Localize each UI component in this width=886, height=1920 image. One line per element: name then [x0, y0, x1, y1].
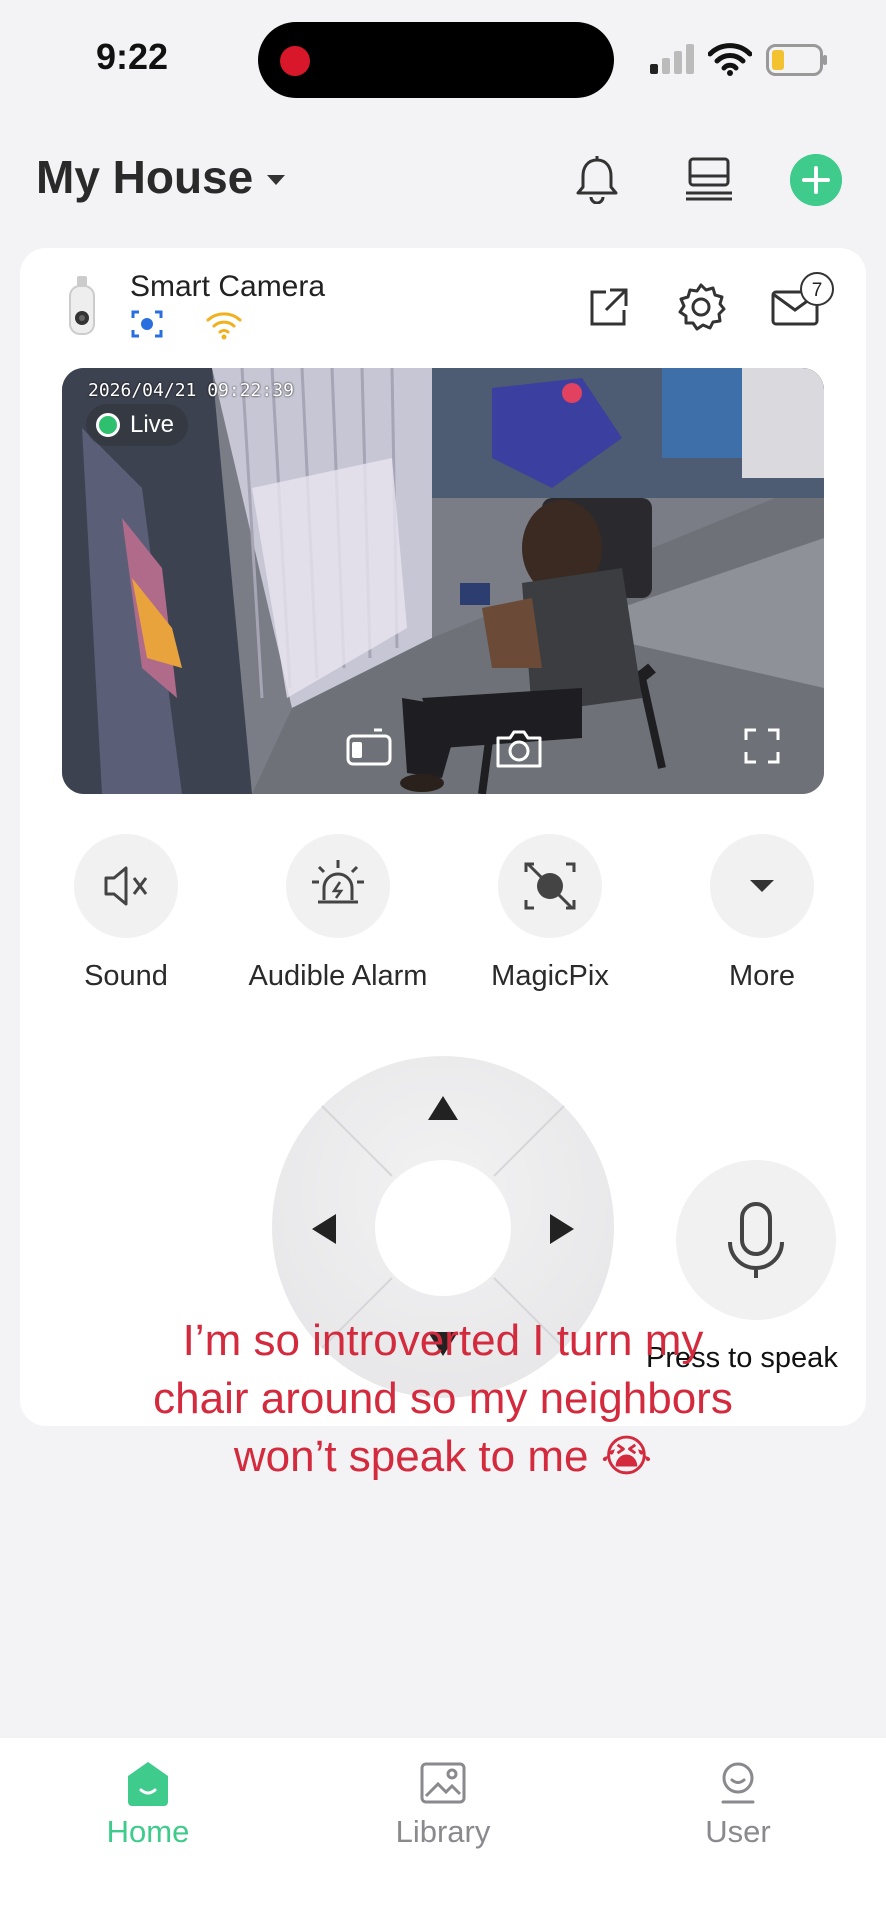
cellular-signal-icon — [650, 44, 694, 74]
camera-thumbnail-icon — [69, 276, 95, 335]
dynamic-island — [258, 22, 614, 98]
push-to-talk-button[interactable] — [676, 1160, 836, 1320]
microphone-icon — [728, 1202, 784, 1278]
tab-library[interactable]: Library — [343, 1758, 543, 1850]
video-timestamp: 2026/04/21 09:22:39 — [88, 380, 294, 401]
wifi-status-icon — [708, 43, 752, 76]
sound-label: Sound — [84, 960, 168, 992]
add-device-button[interactable] — [790, 154, 842, 206]
alarm-siren-icon — [312, 860, 364, 904]
device-list-icon[interactable] — [684, 156, 734, 202]
record-clip-icon[interactable] — [344, 726, 394, 770]
battery-icon — [766, 44, 827, 76]
more-label: More — [728, 960, 796, 992]
more-button[interactable] — [710, 834, 814, 938]
chevron-down-icon — [750, 880, 774, 892]
fullscreen-icon[interactable] — [742, 726, 782, 766]
magicpix-label: MagicPix — [491, 960, 609, 992]
tab-library-label: Library — [395, 1814, 491, 1849]
house-selector[interactable]: My House — [36, 150, 286, 204]
home-icon — [128, 1762, 168, 1806]
status-time: 9:22 — [96, 36, 169, 77]
camera-wifi-icon — [206, 312, 242, 340]
message-count-badge: 7 — [800, 272, 834, 306]
ptz-center — [375, 1160, 511, 1296]
snapshot-camera-icon[interactable] — [494, 726, 544, 770]
house-title: My House — [36, 151, 254, 203]
ai-detection-icon — [131, 310, 163, 338]
pan-right-arrow-icon[interactable] — [548, 1212, 576, 1246]
live-indicator: Live — [86, 404, 189, 446]
settings-gear-icon[interactable] — [676, 282, 726, 332]
user-profile-icon — [721, 1762, 755, 1804]
tab-home-label: Home — [106, 1814, 190, 1849]
live-dot-icon — [96, 413, 120, 437]
audible-alarm-label: Audible Alarm — [248, 960, 428, 992]
library-gallery-icon — [420, 1762, 466, 1804]
sound-toggle-button[interactable] — [74, 834, 178, 938]
sound-muted-icon — [104, 866, 148, 906]
magicpix-button[interactable] — [498, 834, 602, 938]
tab-home[interactable]: Home — [48, 1758, 248, 1850]
audible-alarm-button[interactable] — [286, 834, 390, 938]
recording-indicator-icon — [280, 46, 310, 76]
pan-up-arrow-icon[interactable] — [426, 1094, 460, 1122]
live-label: Live — [130, 411, 175, 438]
video-caption-overlay: I’m so introverted I turn my chair aroun… — [153, 1316, 733, 1481]
notification-bell-icon[interactable] — [572, 154, 622, 204]
tab-user[interactable]: User — [638, 1758, 838, 1850]
share-icon[interactable] — [586, 286, 630, 330]
tab-user-label: User — [705, 1814, 771, 1849]
pan-left-arrow-icon[interactable] — [310, 1212, 338, 1246]
chevron-down-icon — [267, 175, 286, 185]
camera-name: Smart Camera — [130, 270, 326, 303]
magicpix-icon — [524, 862, 576, 910]
